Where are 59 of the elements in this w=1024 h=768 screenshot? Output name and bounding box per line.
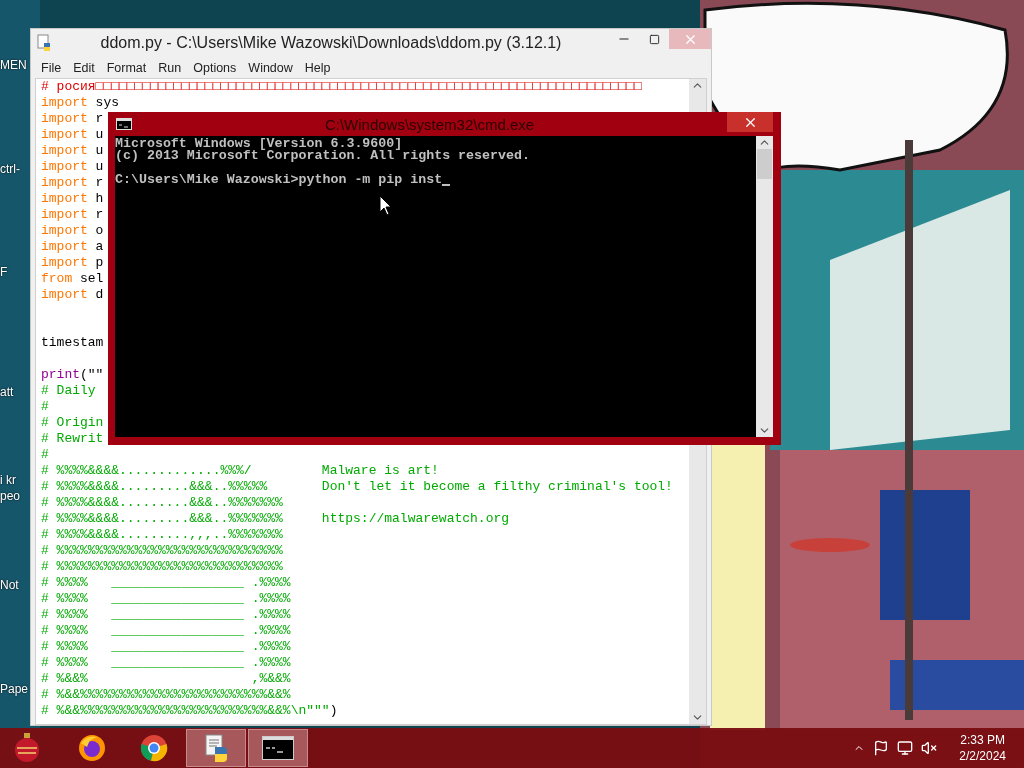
code-line: import u xyxy=(41,159,104,175)
desktop-icon-label[interactable]: ctrl- xyxy=(0,162,20,176)
code-line: import o xyxy=(41,223,104,239)
menu-item[interactable]: Edit xyxy=(67,60,101,75)
console-line: (c) 2013 Microsoft Corporation. All rights reserved. xyxy=(115,150,530,162)
code-line: # %&&% ,%&&% xyxy=(41,671,291,687)
code-line: import a xyxy=(41,239,104,255)
desktop-icon-label[interactable]: F xyxy=(0,265,8,279)
code-line: # xyxy=(41,447,49,463)
code-line: # %%%%&&&&.........&&&..%%%%%%% xyxy=(41,495,283,511)
code-line: # %%%%%%%%%%%%%%%%%%%%%%%%%%%%% xyxy=(41,559,283,575)
code-line: # %%%%&&&&.............%%%/ Malware is art! xyxy=(41,463,439,479)
code-line: # росия□□□□□□□□□□□□□□□□□□□□□□□□□□□□□□□□□□□□□□□□□□□□□□□□□□□□□□□□□□□□□□□□□□□□□□ xyxy=(41,79,642,95)
window-title: ddom.py - C:\Users\Mike Wazowski\Downloads\ddom.py (3.12.1) xyxy=(99,34,563,52)
code-line: import u xyxy=(41,143,104,159)
code-line: # %%%% _________________ .%%%% xyxy=(41,639,291,655)
menu-item[interactable]: Options xyxy=(187,60,243,75)
desktop-icon-label[interactable]: Not xyxy=(0,578,19,592)
code-line: import p xyxy=(41,255,104,271)
code-line: import h xyxy=(41,191,104,207)
code-line: import r xyxy=(41,111,104,127)
clock-time[interactable]: 2:33 PM xyxy=(960,732,1005,748)
code-line: # %&&%%%%%%%%%%%%%%%%%%%%%%%%&&%\n""") xyxy=(41,703,338,719)
console-line: C:\Users\Mike Wazowski>python -m pip inst xyxy=(115,174,443,186)
menu-item[interactable]: Window xyxy=(242,60,299,75)
code-line: # %%%%&&&&.........&&&..%%%%%%% https://malwarewatch.org xyxy=(41,511,510,527)
code-line: from sel xyxy=(41,271,104,287)
console-line: Microsoft Windows [Version 6.3.9600] xyxy=(115,138,403,150)
desktop-icon-label[interactable]: MEN xyxy=(0,58,27,72)
code-line: print("" xyxy=(41,367,104,383)
code-line: # Daily xyxy=(41,383,96,399)
code-line: # Origin xyxy=(41,415,104,431)
clock-date[interactable]: 2/2/2024 xyxy=(959,748,1006,764)
code-line: # %&&%%%%%%%%%%%%%%%%%%%%%%%%&&% xyxy=(41,687,291,703)
code-line: timestam xyxy=(41,335,104,351)
code-line: # Rewrit xyxy=(41,431,104,447)
code-line: # %%%%&&&&.........&&&..%%%%% Don't let it become a filthy criminal's tool! xyxy=(41,479,673,495)
code-line: # %%%%&&&&.........,,,..%%%%%%% xyxy=(41,527,283,543)
menu-item[interactable]: Format xyxy=(100,60,153,75)
desktop-icon-label[interactable]: i kr xyxy=(0,473,16,487)
code-line: import r xyxy=(41,207,104,223)
code-line: import sys xyxy=(41,95,120,111)
code-line: # %%%% _________________ .%%%% xyxy=(41,591,291,607)
window-title: C:\Windows\system32\cmd.exe xyxy=(323,115,536,133)
code-line: # %%%%%%%%%%%%%%%%%%%%%%%%%%%%% xyxy=(41,543,283,559)
desktop-icon-label[interactable]: att xyxy=(0,385,14,399)
code-line: import u xyxy=(41,127,104,143)
desktop-icon-label[interactable]: Pape xyxy=(0,682,29,696)
menu-item[interactable]: File xyxy=(35,60,68,75)
code-line: # %%%% _________________ .%%%% xyxy=(41,623,291,639)
menu-item[interactable]: Run xyxy=(152,60,188,75)
menu-item[interactable]: Help xyxy=(298,60,337,75)
code-line: # %%%% _________________ .%%%% xyxy=(41,655,291,671)
code-line: import d xyxy=(41,287,104,303)
desktop-icon-label[interactable]: peo xyxy=(0,489,21,503)
code-line: # xyxy=(41,399,49,415)
code-line: # %%%% _________________ .%%%% xyxy=(41,607,291,623)
code-line: # %%%% _________________ .%%%% xyxy=(41,575,291,591)
code-line: import r xyxy=(41,175,104,191)
